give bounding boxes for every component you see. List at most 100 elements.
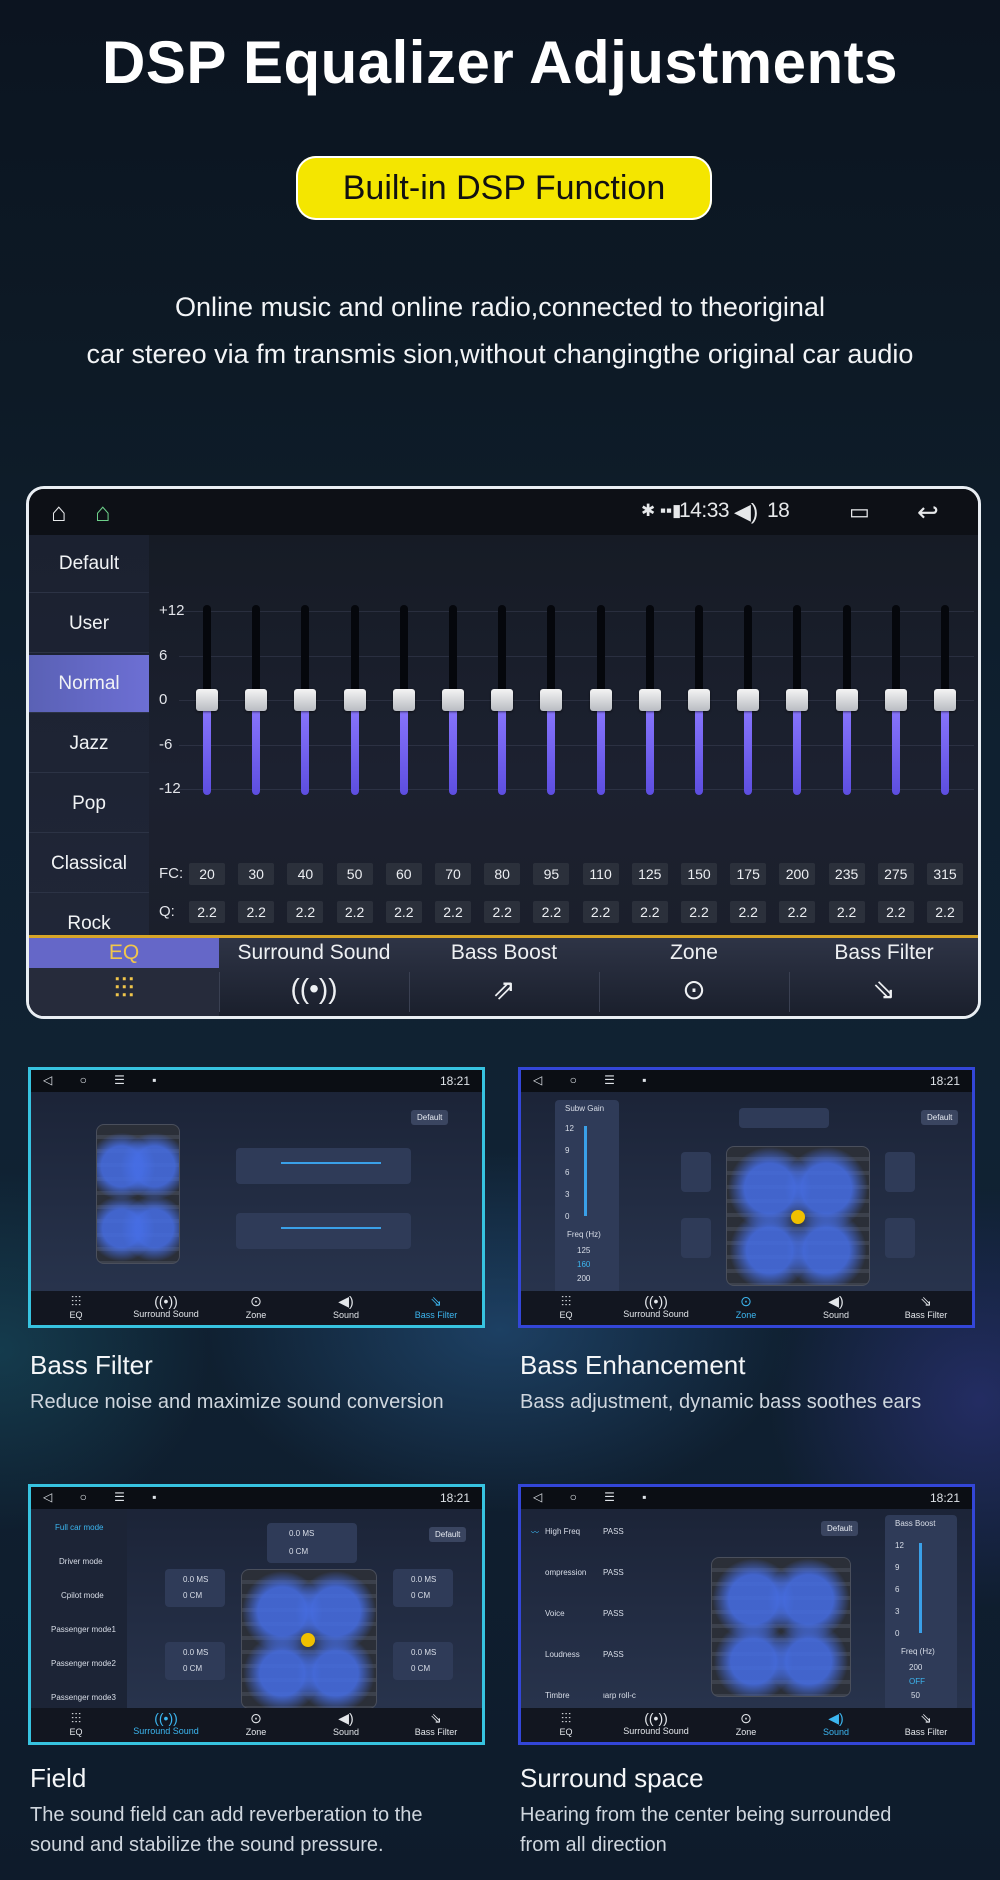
channel-control[interactable] — [739, 1108, 829, 1128]
mode-item[interactable]: Driver mode — [59, 1557, 103, 1566]
fc-value[interactable]: 275 — [877, 863, 914, 885]
sound-row-value[interactable]: PASS — [603, 1527, 624, 1536]
q-value[interactable]: 2.2 — [189, 901, 225, 923]
eq-band-knob[interactable] — [786, 689, 809, 711]
fc-value[interactable]: 50 — [336, 863, 373, 885]
nav-surround-sound[interactable]: ((•)) Surround Sound — [121, 1293, 211, 1319]
fc-value[interactable]: 70 — [435, 863, 471, 885]
eq-band-knob[interactable] — [737, 689, 760, 711]
fc-value[interactable]: 40 — [287, 863, 324, 885]
fc-value[interactable]: 315 — [927, 863, 963, 885]
q-value[interactable]: 2.2 — [681, 901, 717, 923]
sound-row-value[interactable]: PASS — [603, 1650, 624, 1659]
bass-boost-slider[interactable] — [919, 1543, 922, 1633]
eq-band-knob[interactable] — [392, 689, 415, 711]
mode-item[interactable]: Passenger mode2 — [51, 1659, 116, 1668]
eq-band-knob[interactable] — [589, 689, 612, 711]
subw-gain-slider[interactable] — [584, 1126, 587, 1216]
nav-bass-filter[interactable]: ⇘ Bass Filter — [881, 1293, 971, 1320]
eq-band-knob[interactable] — [491, 689, 514, 711]
speaker-front-right[interactable] — [885, 1152, 915, 1192]
q-value[interactable]: 2.2 — [385, 901, 422, 923]
mode-item[interactable]: Passenger mode1 — [51, 1625, 116, 1634]
q-value[interactable]: 2.2 — [435, 901, 471, 923]
speaker-front-left[interactable] — [681, 1152, 711, 1192]
q-value[interactable]: 2.2 — [730, 901, 767, 923]
q-value[interactable]: 2.2 — [336, 901, 373, 923]
fc-value[interactable]: 125 — [631, 863, 668, 885]
sound-row-value[interactable]: PASS — [603, 1609, 624, 1618]
nav-bass-filter[interactable]: ⇘ Bass Filter — [391, 1293, 481, 1320]
fc-value[interactable]: 80 — [484, 863, 521, 885]
eq-band-knob[interactable] — [343, 689, 366, 711]
nav-eq[interactable]: ⫶⫶⫶ EQ — [31, 1293, 121, 1320]
eq-band-knob[interactable] — [638, 689, 661, 711]
fc-value[interactable]: 60 — [385, 863, 422, 885]
sound-row-value[interactable]: PASS — [603, 1568, 624, 1577]
q-value[interactable]: 2.2 — [779, 901, 816, 923]
nav-bass-filter[interactable]: ⇘ Bass Filter — [881, 1710, 971, 1737]
q-value[interactable]: 2.2 — [631, 901, 668, 923]
fc-value[interactable]: 235 — [828, 863, 865, 885]
q-value[interactable]: 2.2 — [238, 901, 275, 923]
nav-eq[interactable]: ⫶⫶⫶ EQ — [521, 1710, 611, 1737]
sound-row-value[interactable]: ιarp roll-c — [603, 1691, 636, 1700]
default-button[interactable]: Default — [921, 1110, 959, 1125]
mode-item[interactable]: Passenger mode3 — [51, 1693, 116, 1702]
tab-zone[interactable]: Zone ⊙ — [599, 938, 789, 1016]
speaker-rear-right[interactable] — [885, 1218, 915, 1258]
q-value[interactable]: 2.2 — [828, 901, 865, 923]
caption-text: Hearing from the center being surrounded… — [520, 1804, 892, 1856]
filter-slider-rear[interactable] — [281, 1227, 381, 1229]
fc-value[interactable]: 30 — [238, 863, 275, 885]
fc-value[interactable]: 20 — [189, 863, 225, 885]
q-value[interactable]: 2.2 — [533, 901, 570, 923]
listener-position-dot[interactable] — [791, 1210, 805, 1224]
eq-band-knob[interactable] — [835, 689, 858, 711]
eq-band-knob[interactable] — [245, 689, 268, 711]
eq-band-knob[interactable] — [688, 689, 710, 711]
nav-zone[interactable]: ⊙ Zone — [211, 1710, 301, 1737]
fc-value[interactable]: 110 — [582, 863, 619, 885]
nav-bass-filter[interactable]: ⇘ Bass Filter — [391, 1710, 481, 1737]
eq-band-knob[interactable] — [540, 689, 563, 711]
nav-surround-sound[interactable]: ((•)) Surround Sound — [611, 1293, 701, 1319]
mode-item[interactable]: Cpilot mode — [61, 1591, 104, 1600]
nav-sound[interactable]: ◀) Sound — [791, 1293, 881, 1320]
fc-value[interactable]: 150 — [681, 863, 717, 885]
tab-surround-sound[interactable]: Surround Sound ((•)) — [219, 938, 409, 1016]
q-value[interactable]: 2.2 — [287, 901, 324, 923]
nav-zone[interactable]: ⊙ Zone — [211, 1293, 301, 1320]
nav-zone[interactable]: ⊙ Zone — [701, 1710, 791, 1737]
listener-position-dot[interactable] — [301, 1633, 315, 1647]
nav-eq[interactable]: ⫶⫶⫶ EQ — [521, 1293, 611, 1320]
q-value[interactable]: 2.2 — [877, 901, 914, 923]
q-value[interactable]: 2.2 — [484, 901, 521, 923]
eq-band-knob[interactable] — [294, 689, 317, 711]
nav-sound[interactable]: ◀) Sound — [301, 1293, 391, 1320]
eq-band-knob[interactable] — [884, 689, 907, 711]
eq-band-knob[interactable] — [442, 689, 464, 711]
eq-band-knob[interactable] — [934, 689, 956, 711]
speaker-rear-left[interactable] — [681, 1218, 711, 1258]
nav-surround-sound[interactable]: ((•)) Surround Sound — [611, 1710, 701, 1736]
nav-zone[interactable]: ⊙ Zone — [701, 1293, 791, 1320]
tab-bass-filter[interactable]: Bass Filter ⇘ — [789, 938, 978, 1016]
tab-bass-boost[interactable]: Bass Boost ⇗ — [409, 938, 599, 1016]
eq-band-knob[interactable] — [196, 689, 218, 711]
nav-sound[interactable]: ◀) Sound — [301, 1710, 391, 1737]
filter-slider-front[interactable] — [281, 1162, 381, 1164]
q-value[interactable]: 2.2 — [927, 901, 963, 923]
default-button[interactable]: Default — [429, 1527, 467, 1542]
default-button[interactable]: Default — [821, 1521, 859, 1536]
nav-eq[interactable]: ⫶⫶⫶ EQ — [31, 1710, 121, 1737]
default-button[interactable]: Default — [411, 1110, 449, 1125]
nav-surround-sound[interactable]: ((•)) Surround Sound — [121, 1710, 211, 1736]
fc-value[interactable]: 95 — [533, 863, 570, 885]
fc-value[interactable]: 175 — [730, 863, 767, 885]
tab-eq[interactable]: EQ ⫶⫶⫶ — [29, 938, 219, 1016]
nav-sound[interactable]: ◀) Sound — [791, 1710, 881, 1737]
q-value[interactable]: 2.2 — [582, 901, 619, 923]
fc-value[interactable]: 200 — [779, 863, 816, 885]
mode-item[interactable]: Full car mode — [55, 1523, 103, 1532]
